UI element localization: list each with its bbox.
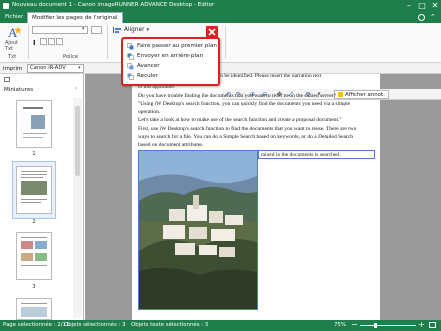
add-text-label: Ajout Txt	[5, 40, 18, 52]
chevron-down-icon: ▾	[82, 26, 85, 32]
bring-to-front-icon	[127, 43, 134, 50]
page-thumbnail-3[interactable]	[16, 232, 52, 280]
fit-page-icon[interactable]	[429, 322, 436, 328]
page-thumbnail-4[interactable]	[16, 298, 52, 320]
doc-line: Do you have trouble finding the document…	[138, 93, 336, 99]
doc-line: based on document attributes.	[138, 142, 204, 148]
zoom-level: 75%	[334, 322, 346, 328]
menu-item-label: Avancer	[137, 63, 160, 69]
zoom-slider[interactable]	[360, 325, 416, 326]
align-dropdown-menu: Faire passer au premier plan Envoyer en …	[121, 37, 220, 86]
menu-item-bring-to-front[interactable]: Faire passer au premier plan	[127, 42, 217, 51]
ribbon-body: A Ajout Txt Txt ▾ I Police Aligner ▾	[0, 23, 441, 63]
align-button[interactable]: Aligner ▾	[112, 25, 149, 35]
divider	[28, 25, 29, 59]
tab-modifier-pages[interactable]: Modifier les pages de l'original	[27, 12, 123, 23]
group-label-txt: Txt	[8, 54, 17, 60]
show-annotations-label: Afficher annot.	[345, 91, 385, 98]
zoom-slider-thumb[interactable]	[374, 323, 377, 328]
bring-forward-icon	[127, 63, 134, 70]
align-button-label: Aligner	[124, 27, 145, 33]
group-label-police: Police	[63, 54, 79, 60]
menu-item-send-backward[interactable]: Reculer	[127, 72, 217, 81]
page-thumbnail-2[interactable]	[16, 166, 52, 214]
panel-icon	[4, 77, 10, 82]
tab-fichier[interactable]: Fichier	[1, 12, 27, 23]
chevron-down-icon: ▾	[78, 65, 81, 71]
document-image[interactable]	[138, 150, 258, 310]
annotation-icon	[338, 92, 343, 97]
thumbnails-scrollbar[interactable]	[73, 98, 82, 318]
doc-line: First, use iW Desktop's search function …	[138, 126, 357, 132]
window-title: Nouveau document 1 - Canon imageRUNNER A…	[12, 2, 215, 8]
options-icon[interactable]: ⌃	[430, 14, 437, 21]
scroll-thumb[interactable]	[75, 106, 80, 176]
status-text-objects: Objets texte sélectionnés : 3	[131, 322, 209, 328]
thumbnails-title: Miniatures	[4, 87, 34, 93]
thumbnails-pane: Miniatures ⌃ 1 2 3	[0, 74, 84, 320]
align-left-icon[interactable]	[48, 38, 55, 45]
align-icon	[113, 27, 121, 33]
pin-icon[interactable]: ⌃	[74, 87, 78, 93]
menu-item-bring-forward[interactable]: Avancer	[127, 62, 217, 71]
selected-text: tained in the documents is searched.	[261, 152, 341, 158]
menu-item-send-to-back[interactable]: Envoyer en arrière-plan	[127, 52, 217, 61]
font-size-select[interactable]	[91, 26, 102, 34]
printer-label: Imprim	[3, 66, 23, 72]
add-text-icon[interactable]: A	[6, 25, 22, 39]
zoom-out-icon[interactable]: −	[351, 320, 358, 329]
doc-line: ways to search for a file. You can do a …	[138, 134, 354, 140]
selected-text-box[interactable]: tained in the documents is searched.	[258, 150, 375, 159]
maximize-icon[interactable]: □	[416, 0, 428, 12]
status-bar: Page sélectionnée : 2/11 Objets sélectio…	[0, 320, 441, 331]
divider	[107, 25, 108, 59]
doc-line: "Using iW Desktop's search function, you…	[138, 101, 351, 107]
status-page-selected: Page sélectionnée : 2/11	[3, 322, 70, 328]
zoom-in-icon[interactable]: +	[418, 320, 425, 329]
page-number-1: 1	[32, 151, 36, 157]
app-icon	[3, 3, 9, 9]
status-objects-selected: Objets sélectionnés : 3	[64, 322, 126, 328]
page-thumbnail-1[interactable]	[16, 100, 52, 148]
font-name-select[interactable]	[32, 26, 88, 34]
page-number-3: 3	[32, 284, 36, 290]
title-bar: Nouveau document 1 - Canon imageRUNNER A…	[0, 0, 441, 12]
menu-item-label: Faire passer au premier plan	[137, 43, 217, 49]
ribbon-tabs: Fichier Modifier les pages de l'original…	[0, 12, 441, 23]
help-icon[interactable]	[418, 14, 425, 21]
doc-line: Let's take a look at how to make use of …	[138, 117, 342, 123]
printer-select[interactable]: Canon iR-ADV	[27, 64, 84, 73]
underline-icon[interactable]	[40, 38, 47, 45]
doc-line: operation.	[138, 109, 161, 115]
printer-value: Canon iR-ADV	[30, 65, 66, 71]
close-window-icon[interactable]: ✕	[429, 0, 441, 12]
chevron-down-icon: ▾	[146, 27, 150, 33]
show-annotations-button[interactable]: Afficher annot.	[334, 90, 389, 99]
send-backward-icon	[127, 73, 134, 80]
menu-item-label: Reculer	[137, 73, 158, 79]
send-to-back-icon	[127, 53, 134, 60]
align-center-icon[interactable]	[56, 38, 63, 45]
menu-item-label: Envoyer en arrière-plan	[137, 53, 204, 59]
divider	[225, 25, 226, 59]
minimize-icon[interactable]: –	[403, 0, 415, 12]
page-number-2: 2	[32, 219, 36, 225]
bold-icon[interactable]: I	[33, 39, 36, 47]
